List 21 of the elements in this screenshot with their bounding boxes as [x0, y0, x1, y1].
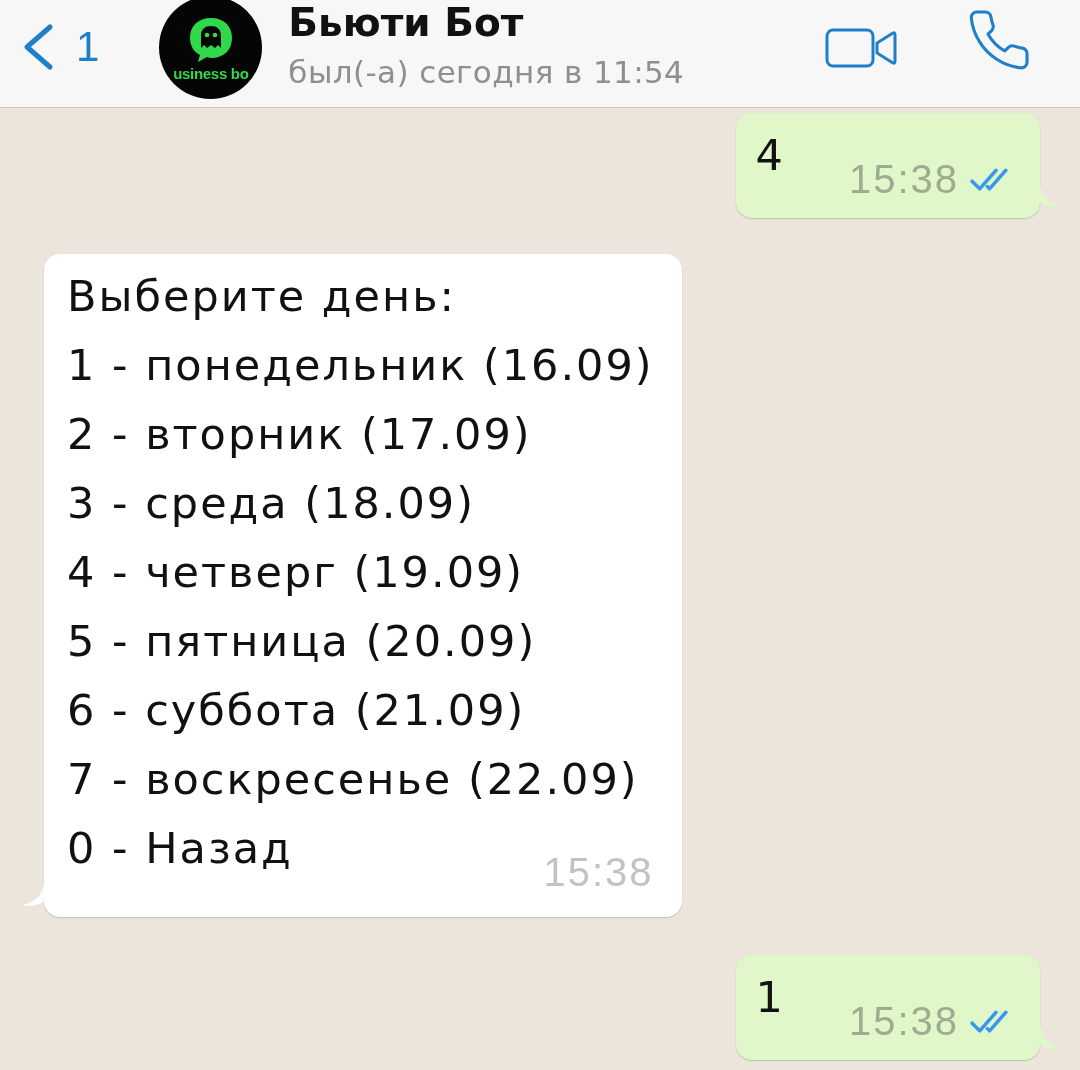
phone-icon[interactable]: [968, 10, 1030, 70]
message-time: 15:38: [848, 998, 959, 1044]
message-text-line: 1: [755, 971, 785, 1024]
video-camera-icon[interactable]: [825, 28, 897, 68]
message-text-line: 3 - среда (18.09): [67, 477, 476, 530]
message-text-line: 0 - Назад: [67, 822, 293, 875]
message-time: 15:38: [848, 156, 959, 202]
message-time: 15:38: [543, 849, 654, 895]
contact-name: Бьюти Бот: [288, 1, 525, 45]
message-text-line: 4: [755, 129, 785, 182]
message-text-line: 6 - суббота (21.09): [67, 684, 527, 737]
message-text-line: 4 - четверг (19.09): [67, 546, 526, 599]
message-text-line: 1 - понедельник (16.09): [67, 339, 654, 392]
last-seen-status: был(-а) сегодня в 11:54: [288, 53, 685, 91]
message-text-line: 5 - пятница (20.09): [67, 615, 538, 668]
message-text-line: 7 - воскресенье (22.09): [67, 753, 640, 806]
back-button[interactable]: 1: [21, 23, 100, 71]
message-text-line: Выберите день:: [67, 270, 457, 323]
avatar-logo-text: usiness bo: [173, 66, 249, 81]
message-text-line: 2 - вторник (17.09): [67, 408, 533, 461]
chat-bubble-icon: [187, 16, 234, 64]
